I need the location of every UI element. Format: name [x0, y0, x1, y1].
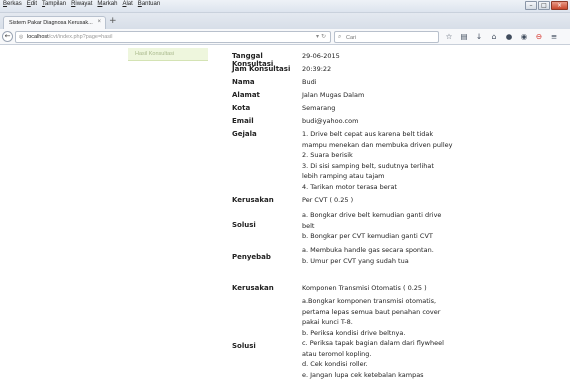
label-kerusakan-1: Kerusakan	[232, 196, 274, 204]
label-kota: Kota	[232, 104, 251, 112]
url-text: localhost/cvt/index.php?page=hasil	[27, 34, 112, 40]
menu-alat[interactable]: Alat	[122, 1, 132, 7]
addon-icon[interactable]: ⊖	[534, 31, 544, 42]
tab-title: Sistem Pakar Diagnosa Kerusak...	[9, 20, 93, 26]
bookmark-star-icon[interactable]: ☆	[444, 31, 454, 42]
close-window-button[interactable]: ×	[551, 1, 568, 10]
reload-icon[interactable]: ▾ ↻	[316, 33, 326, 40]
value-email: budi@yahoo.com	[302, 117, 359, 125]
site-identity-icon[interactable]: ◎	[19, 34, 23, 40]
solusi-line: pertama lepas semua baut penahan cover	[302, 307, 441, 316]
menu-hamburger-icon[interactable]: ≡	[549, 31, 559, 42]
menu-edit[interactable]: Edit	[27, 1, 37, 7]
label-kerusakan-2: Kerusakan	[232, 284, 274, 292]
download-icon[interactable]: ↓	[474, 31, 484, 42]
url-path: /cvt/index.php?page=hasil	[48, 34, 113, 40]
title-bar: Berkas Edit Tampilan Riwayat Markah Alat…	[0, 0, 570, 13]
menu-bantuan[interactable]: Bantuan	[138, 1, 160, 7]
solusi-line: b. Periksa kondisi drive beltnya.	[302, 328, 406, 337]
value-solusi-1: a. Bongkar drive belt kemudian ganti dri…	[302, 210, 454, 242]
menu-tampilan[interactable]: Tampilan	[42, 1, 66, 7]
back-button[interactable]: ←	[2, 31, 13, 42]
page-content: Hasil Konsultasi Tanggal Konsultasi 29-0…	[0, 46, 570, 380]
value-alamat: Jalan Mugas Dalam	[302, 91, 365, 99]
value-kota: Semarang	[302, 104, 336, 112]
value-nama: Budi	[302, 78, 317, 86]
new-tab-button[interactable]: +	[109, 16, 117, 26]
solusi-line: atau teromol kopling.	[302, 349, 372, 358]
menu-berkas[interactable]: Berkas	[3, 1, 22, 7]
gejala-line: 1. Drive belt cepat aus karena belt tida…	[302, 130, 434, 138]
solusi-line: c. Periksa tapak bagian dalam dari flywh…	[302, 339, 444, 347]
tab-sistem-pakar[interactable]: Sistem Pakar Diagnosa Kerusak... ×	[3, 16, 106, 29]
reading-list-icon[interactable]: ▤	[459, 31, 469, 42]
sync-icon[interactable]: ◉	[519, 31, 529, 42]
navigation-bar: ← ◎ localhost/cvt/index.php?page=hasil ▾…	[0, 29, 570, 45]
maximize-button[interactable]: □	[538, 1, 550, 10]
gejala-line: 4. Tarikan motor terasa berat	[302, 182, 397, 191]
tab-close-icon[interactable]: ×	[97, 19, 101, 25]
solusi-line: a. Bongkar drive belt kemudian ganti dri…	[302, 211, 442, 219]
label-nama: Nama	[232, 78, 255, 86]
search-bar[interactable]: ⌕	[334, 31, 439, 43]
label-solusi-1: Solusi	[232, 221, 256, 229]
toolbar-icons: ☆ ▤ ↓ ⌂ ● ◉ ⊖ ≡	[444, 31, 559, 42]
solusi-line: a.Bongkar komponen transmisi otomatis,	[302, 297, 437, 305]
value-kerusakan-2: Komponen Transmisi Otomatis ( 0.25 )	[302, 284, 427, 292]
solusi-line: belt	[302, 221, 315, 230]
menu-riwayat[interactable]: Riwayat	[71, 1, 92, 7]
minimize-button[interactable]: –	[525, 1, 537, 10]
solusi-line: pakai kunci T-8.	[302, 318, 353, 326]
value-solusi-2: a.Bongkar komponen transmisi otomatis, p…	[302, 296, 454, 380]
gejala-line: 2. Suara berisik	[302, 151, 353, 159]
value-kerusakan-1: Per CVT ( 0.25 )	[302, 196, 354, 204]
label-gejala: Gejala	[232, 130, 257, 138]
penyebab-line: a. Membuka handle gas secara spontan.	[302, 246, 434, 254]
penyebab-line: b. Umur per CVT yang sudah tua	[302, 256, 409, 265]
gejala-line: mampu menekan dan membuka driven pulley	[302, 140, 453, 149]
solusi-line: d. Cek kondisi roller.	[302, 360, 368, 368]
url-host: localhost	[27, 34, 49, 40]
value-tanggal: 29-06-2015	[302, 52, 340, 60]
tab-strip: Sistem Pakar Diagnosa Kerusak... × +	[0, 13, 570, 29]
address-bar[interactable]: ◎ localhost/cvt/index.php?page=hasil ▾ ↻	[15, 31, 331, 43]
pocket-icon[interactable]: ●	[504, 31, 514, 42]
label-alamat: Alamat	[232, 91, 260, 99]
search-input[interactable]	[346, 33, 436, 42]
value-jam: 20:39:22	[302, 65, 332, 73]
label-solusi-2: Solusi	[232, 342, 256, 350]
label-penyebab: Penyebab	[232, 253, 271, 261]
value-gejala: 1. Drive belt cepat aus karena belt tida…	[302, 129, 454, 192]
label-jam: Jam Konsultasi	[232, 65, 291, 73]
search-icon: ⌕	[338, 33, 342, 40]
window-controls: – □ ×	[525, 1, 568, 10]
home-icon[interactable]: ⌂	[489, 31, 499, 42]
gejala-line: 3. Di sisi samping belt, sudutnya terlih…	[302, 161, 434, 170]
solusi-line: b. Bongkar per CVT kemudian ganti CVT	[302, 232, 433, 240]
solusi-line: e. Jangan lupa cek ketebalan kampas	[302, 370, 424, 379]
menu-bar: Berkas Edit Tampilan Riwayat Markah Alat…	[3, 1, 160, 7]
label-email: Email	[232, 117, 254, 125]
value-penyebab: a. Membuka handle gas secara spontan. b.…	[302, 245, 454, 266]
sidebar-item-hasil-konsultasi[interactable]: Hasil Konsultasi	[128, 48, 208, 61]
menu-markah[interactable]: Markah	[97, 1, 117, 7]
gejala-line: lebih ramping atau tajam	[302, 172, 385, 180]
